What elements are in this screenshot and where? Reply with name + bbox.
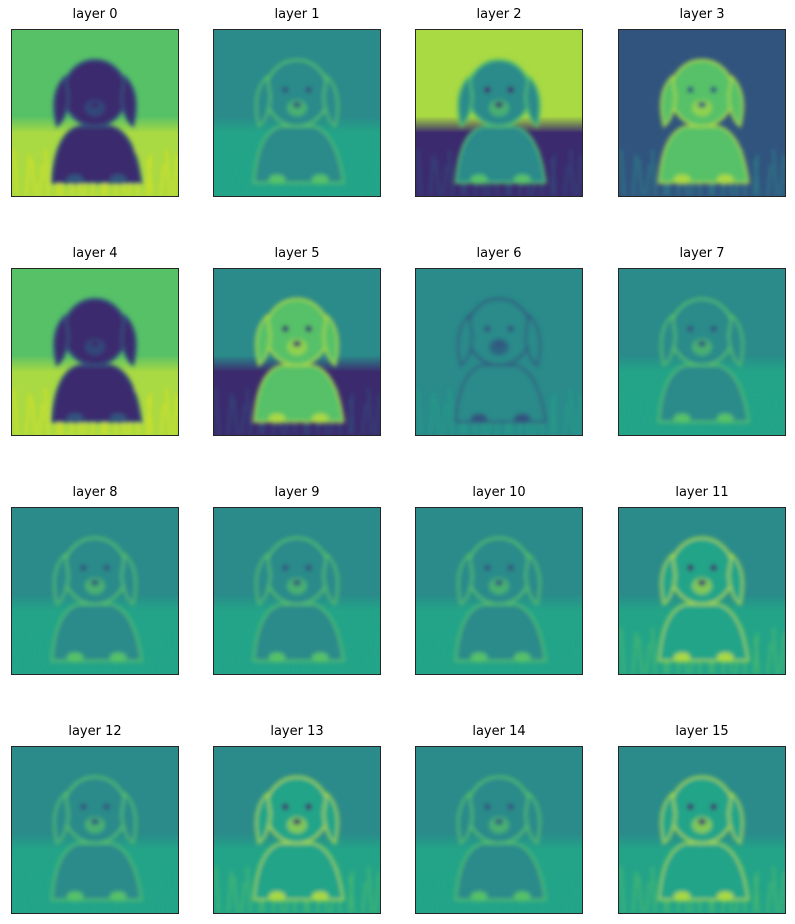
panel-title: layer 15	[675, 724, 729, 739]
panel-title: layer 0	[72, 7, 118, 22]
panel-title: layer 10	[472, 485, 526, 500]
puppy-activation-map	[12, 508, 178, 674]
feature-map-image	[213, 507, 381, 675]
feature-map-image	[11, 507, 179, 675]
feature-map-image	[213, 268, 381, 436]
panel-title: layer 1	[274, 7, 320, 22]
feature-map-image	[11, 268, 179, 436]
panel-title: layer 4	[72, 246, 118, 261]
panel-title: layer 13	[270, 724, 324, 739]
puppy-activation-map	[619, 269, 785, 435]
panel-title: layer 12	[68, 724, 122, 739]
panel-title: layer 9	[274, 485, 320, 500]
puppy-activation-map	[416, 30, 582, 196]
panel-title: layer 5	[274, 246, 320, 261]
puppy-activation-map	[12, 747, 178, 913]
feature-map-image	[618, 507, 786, 675]
panel-title: layer 3	[679, 7, 725, 22]
puppy-activation-map	[214, 269, 380, 435]
feature-map-image	[213, 746, 381, 914]
puppy-activation-map	[416, 269, 582, 435]
puppy-activation-map	[214, 30, 380, 196]
panel-title: layer 2	[476, 7, 522, 22]
puppy-activation-map	[416, 747, 582, 913]
panel-title: layer 14	[472, 724, 526, 739]
puppy-activation-map	[214, 508, 380, 674]
puppy-activation-map	[619, 30, 785, 196]
feature-map-image	[415, 746, 583, 914]
feature-map-image	[415, 268, 583, 436]
panel-title: layer 7	[679, 246, 725, 261]
feature-map-image	[618, 29, 786, 197]
puppy-activation-map	[12, 30, 178, 196]
puppy-activation-map	[619, 508, 785, 674]
panel-title: layer 11	[675, 485, 729, 500]
feature-map-image	[11, 29, 179, 197]
panel-title: layer 6	[476, 246, 522, 261]
puppy-activation-map	[214, 747, 380, 913]
feature-map-image	[415, 29, 583, 197]
feature-map-image	[415, 507, 583, 675]
feature-map-image	[11, 746, 179, 914]
feature-map-image	[213, 29, 381, 197]
feature-map-grid: layer 0 layer 1 layer 2 layer 3 layer 4 layer…	[0, 0, 795, 924]
puppy-activation-map	[12, 269, 178, 435]
puppy-activation-map	[416, 508, 582, 674]
panel-title: layer 8	[72, 485, 118, 500]
feature-map-image	[618, 746, 786, 914]
feature-map-image	[618, 268, 786, 436]
puppy-activation-map	[619, 747, 785, 913]
